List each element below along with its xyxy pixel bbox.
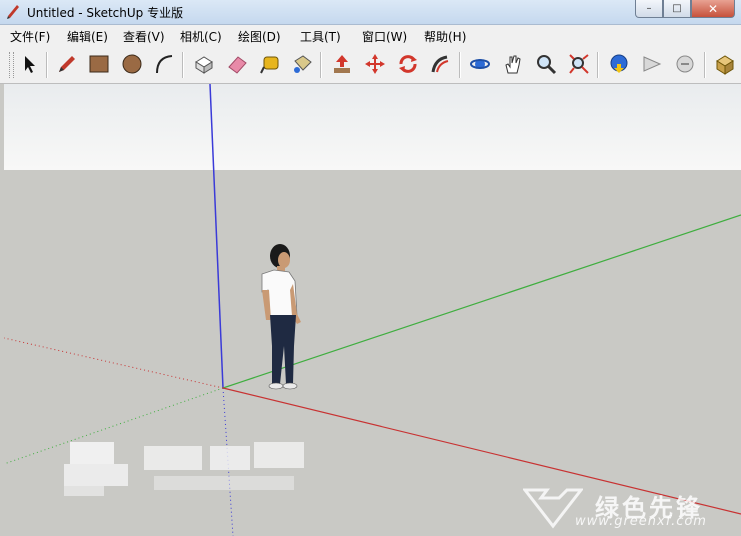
push-pull-icon	[334, 55, 350, 73]
pencil-icon	[59, 56, 75, 72]
move-arrows-icon	[365, 54, 385, 74]
window-controls: – □ ✕	[635, 0, 735, 18]
arc-tool-button[interactable]	[151, 51, 177, 77]
share-model-button[interactable]	[639, 51, 665, 77]
share-component-button[interactable]	[672, 51, 698, 77]
follow-me-icon	[431, 55, 449, 73]
eraser-tool-button[interactable]	[224, 51, 250, 77]
arc-icon	[156, 55, 173, 74]
main-toolbar	[0, 46, 741, 84]
greenxf-logo-icon	[523, 488, 583, 529]
circle-icon	[122, 54, 142, 74]
hand-icon	[505, 55, 521, 74]
sketchup-app-icon	[7, 5, 19, 19]
warehouse-button[interactable]	[712, 51, 738, 77]
menu-help[interactable]: 帮助(H)	[424, 28, 466, 45]
menu-edit[interactable]: 编辑(E)	[67, 28, 108, 45]
get-models-button[interactable]	[606, 51, 632, 77]
rotate-tool-button[interactable]	[395, 51, 421, 77]
watermark-url: www.greenxf.com	[575, 514, 707, 529]
share-component-icon	[676, 55, 694, 73]
menu-tools[interactable]: 工具(T)	[300, 28, 341, 45]
maximize-button[interactable]: □	[663, 0, 691, 18]
toolbar-grip[interactable]	[9, 52, 14, 78]
rectangle-tool-button[interactable]	[86, 51, 112, 77]
follow-me-tool-button[interactable]	[427, 51, 453, 77]
menu-window[interactable]: 窗口(W)	[362, 28, 407, 45]
window-title: Untitled - SketchUp 专业版	[27, 6, 184, 20]
push-pull-tool-button[interactable]	[329, 51, 355, 77]
circle-tool-button[interactable]	[119, 51, 145, 77]
warehouse-box-icon	[716, 55, 734, 75]
globe-download-icon	[610, 54, 628, 73]
modeling-viewport[interactable]: 绿色先锋 www.greenxf.com	[4, 84, 741, 536]
zoom-extents-icon	[569, 54, 589, 74]
rotate-icon	[399, 55, 417, 73]
make-component-button[interactable]	[191, 51, 217, 77]
paint-bucket-icon	[294, 55, 312, 73]
menu-file[interactable]: 文件(F)	[10, 28, 50, 45]
eraser-icon	[228, 56, 247, 74]
orbit-icon	[470, 59, 490, 69]
menu-view[interactable]: 查看(V)	[123, 28, 165, 45]
toolbar-separator	[704, 52, 706, 78]
green-axis-solid	[222, 214, 741, 389]
menu-draw[interactable]: 绘图(D)	[238, 28, 281, 45]
toolbar-separator	[597, 52, 599, 78]
toolbar-separator	[320, 52, 322, 78]
rectangle-icon	[89, 55, 109, 73]
tape-measure-tool-button[interactable]	[257, 51, 283, 77]
watermark: 绿色先锋 www.greenxf.com	[523, 486, 733, 532]
title-bar: Untitled - SketchUp 专业版 – □ ✕	[0, 0, 741, 25]
share-model-icon	[643, 56, 662, 72]
paint-bucket-tool-button[interactable]	[289, 51, 315, 77]
magnifier-icon	[537, 55, 557, 75]
toolbar-separator	[459, 52, 461, 78]
close-button[interactable]: ✕	[691, 0, 735, 18]
move-tool-button[interactable]	[362, 51, 388, 77]
toolbar-separator	[182, 52, 184, 78]
menu-bar: 文件(F) 编辑(E) 查看(V) 相机(C) 绘图(D) 工具(T) 窗口(W…	[0, 25, 741, 46]
component-box-icon	[195, 56, 213, 74]
select-tool-button[interactable]	[16, 51, 42, 77]
scale-figure-person[interactable]	[261, 244, 301, 390]
red-axis-dotted	[4, 337, 224, 389]
zoom-tool-button[interactable]	[533, 51, 559, 77]
menu-camera[interactable]: 相机(C)	[180, 28, 222, 45]
toolbar-separator	[46, 52, 48, 78]
tape-measure-icon	[260, 56, 279, 74]
zoom-extents-tool-button[interactable]	[566, 51, 592, 77]
arrow-cursor-icon	[25, 56, 35, 73]
pencil-tool-button[interactable]	[54, 51, 80, 77]
orbit-tool-button[interactable]	[467, 51, 493, 77]
pan-tool-button[interactable]	[500, 51, 526, 77]
minimize-button[interactable]: –	[635, 0, 663, 18]
blue-axis-solid	[209, 84, 224, 389]
